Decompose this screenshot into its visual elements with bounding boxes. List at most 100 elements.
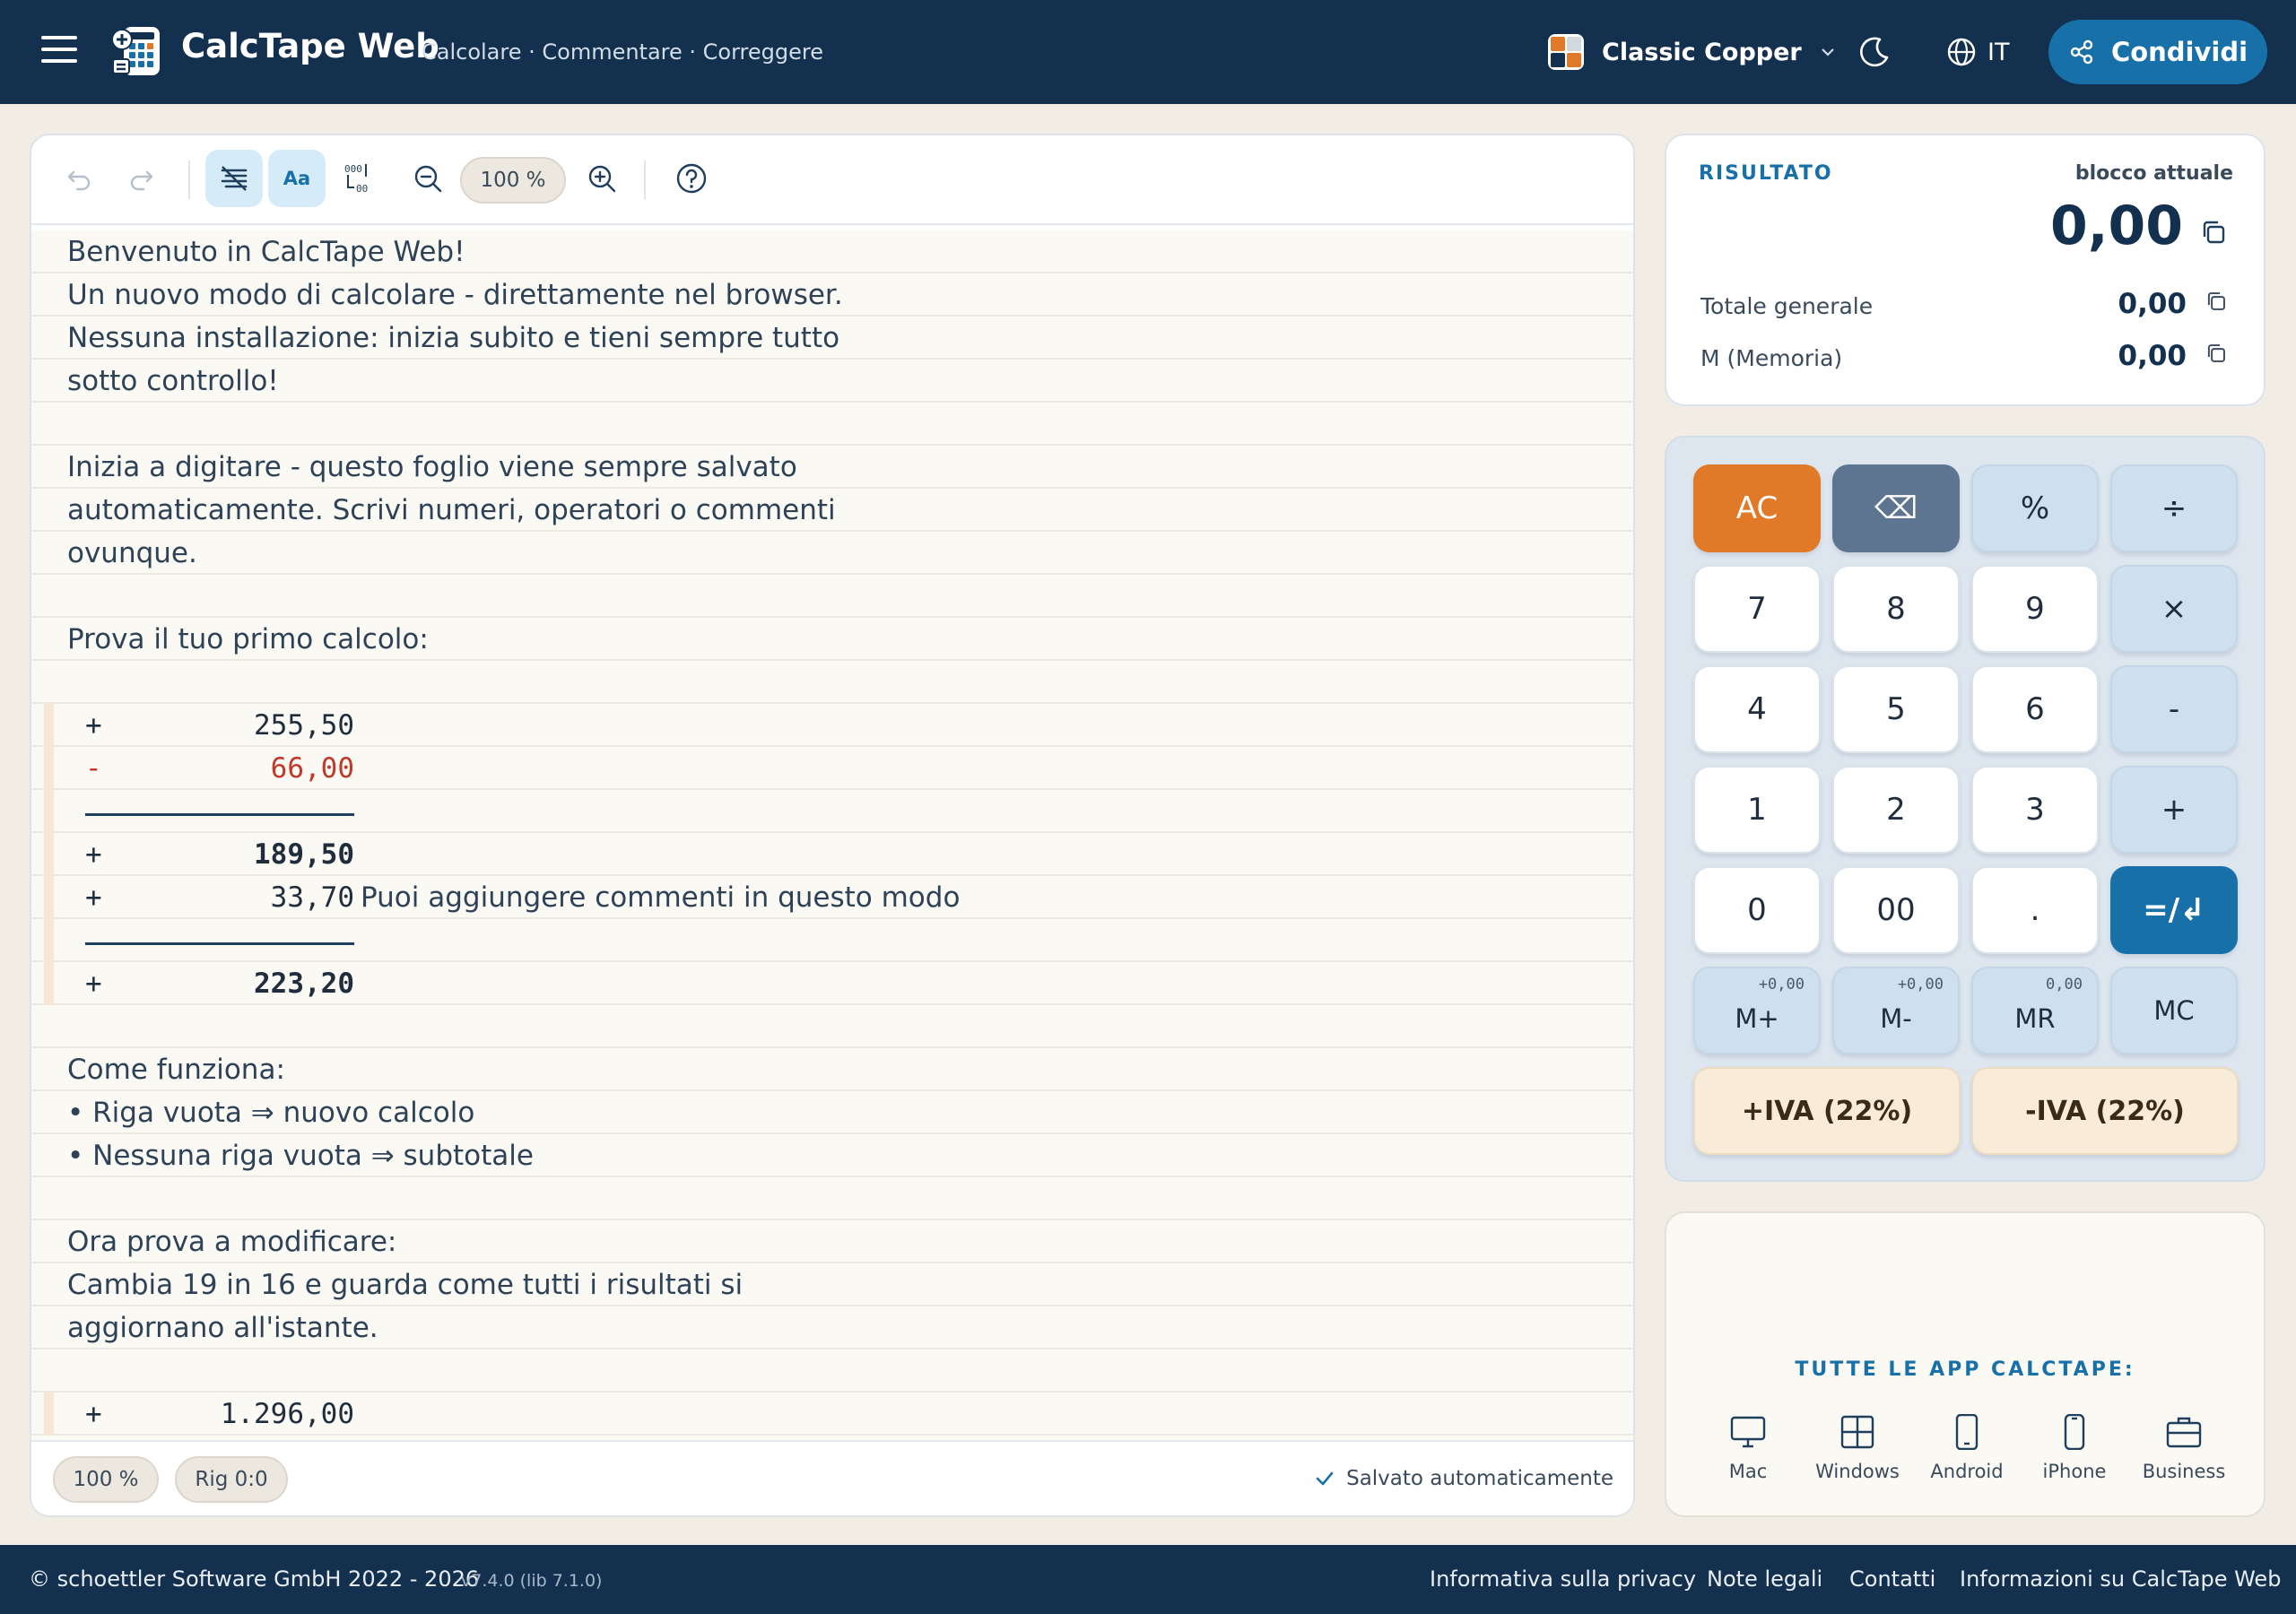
key-2[interactable]: 2: [1832, 766, 1960, 854]
iphone-icon: [2064, 1414, 2085, 1450]
memory-label: M (Memoria): [1700, 345, 1843, 371]
language-selector[interactable]: IT: [1946, 32, 2009, 72]
tape-line[interactable]: Nessuna installazione: inizia subito e t…: [31, 317, 1633, 360]
tape-line[interactable]: [31, 1177, 1633, 1220]
calc-block-marker: [44, 1393, 54, 1436]
key-plus[interactable]: +: [2110, 766, 2238, 854]
menu-icon[interactable]: [41, 36, 77, 68]
calc-block-marker: [44, 919, 54, 962]
tape-text: automaticamente. Scrivi numeri, operator…: [67, 494, 836, 526]
tape-line[interactable]: sotto controllo!: [31, 360, 1633, 403]
tape-line[interactable]: Ora prova a modificare:: [31, 1220, 1633, 1263]
tape-text: Cambia 19 in 16 e guarda come tutti i ri…: [67, 1269, 744, 1301]
app-link-mac[interactable]: Mac: [1699, 1414, 1797, 1482]
calc-block-marker: [44, 790, 54, 833]
tape-line[interactable]: +223,20: [31, 962, 1633, 1005]
tape-line[interactable]: Prova il tuo primo calcolo:: [31, 618, 1633, 661]
tape-line[interactable]: Un nuovo modo di calcolare - direttament…: [31, 273, 1633, 317]
subtotal-rule: [85, 813, 354, 816]
tape-line[interactable]: Cambia 19 in 16 e guarda come tutti i ri…: [31, 1263, 1633, 1306]
app-link-windows[interactable]: Windows: [1808, 1414, 1907, 1482]
tape-line[interactable]: [31, 1005, 1633, 1048]
key-memory-recall[interactable]: 0,00 MR: [1971, 967, 2099, 1054]
zoom-level[interactable]: 100 %: [460, 157, 566, 204]
tape-line[interactable]: Benvenuto in CalcTape Web!: [31, 230, 1633, 273]
copy-icon[interactable]: [2199, 218, 2228, 247]
number-format-icon[interactable]: 000 00: [331, 150, 388, 207]
key-00[interactable]: 00: [1832, 866, 1960, 954]
moon-icon[interactable]: [1857, 34, 1892, 70]
key-minus[interactable]: -: [2110, 665, 2238, 753]
footer-link-about[interactable]: Informazioni su CalcTape Web: [1960, 1566, 2281, 1592]
key-memory-clear[interactable]: MC: [2110, 967, 2238, 1054]
tape-line[interactable]: • Nessuna riga vuota ⇒ subtotale: [31, 1134, 1633, 1177]
memory-recall-label: MR: [2014, 1003, 2056, 1034]
tape-line[interactable]: [31, 661, 1633, 704]
undo-icon[interactable]: [51, 150, 109, 207]
app-link-iphone[interactable]: iPhone: [2025, 1414, 2124, 1482]
tape-operator: +: [85, 1398, 102, 1430]
tape-line[interactable]: [31, 1349, 1633, 1393]
vat-subtract-button[interactable]: -IVA (22%): [1971, 1067, 2239, 1155]
zoom-out-icon[interactable]: [399, 150, 457, 207]
key-memory-add[interactable]: +0,00 M+: [1693, 967, 1821, 1054]
key-6[interactable]: 6: [1971, 665, 2099, 753]
key-5[interactable]: 5: [1832, 665, 1960, 753]
font-size-icon[interactable]: Aa: [268, 150, 326, 207]
tape-line[interactable]: +33,70 Puoi aggiungere commenti in questo…: [31, 876, 1633, 919]
app-header: CalcTape Web Calcolare · Commentare · Co…: [0, 0, 2296, 104]
tape-line[interactable]: [31, 403, 1633, 446]
tape-line[interactable]: Inizia a digitare - questo foglio viene …: [31, 446, 1633, 489]
tape-line[interactable]: [31, 919, 1633, 962]
key-3[interactable]: 3: [1971, 766, 2099, 854]
tape-line[interactable]: [31, 575, 1633, 618]
memory-add-label: M+: [1735, 1003, 1779, 1034]
calc-tape[interactable]: Benvenuto in CalcTape Web! Un nuovo modo …: [31, 230, 1633, 1515]
tape-line[interactable]: aggiornano all'istante.: [31, 1306, 1633, 1349]
key-1[interactable]: 1: [1693, 766, 1821, 854]
key-4[interactable]: 4: [1693, 665, 1821, 753]
zoom-in-icon[interactable]: [573, 150, 631, 207]
tape-line[interactable]: Come funziona:: [31, 1048, 1633, 1091]
key-divide[interactable]: ÷: [2110, 464, 2238, 552]
key-multiply[interactable]: ×: [2110, 565, 2238, 653]
key-backspace[interactable]: ⌫: [1832, 464, 1960, 552]
tape-line[interactable]: +255,50: [31, 704, 1633, 747]
key-equals-enter[interactable]: =/↲: [2110, 866, 2238, 954]
key-all-clear[interactable]: AC: [1693, 464, 1821, 552]
footer-link-contact[interactable]: Contatti: [1849, 1566, 1935, 1592]
app-link-android[interactable]: Android: [1918, 1414, 2016, 1482]
theme-selector[interactable]: Classic Copper: [1548, 32, 1836, 72]
tape-line[interactable]: automaticamente. Scrivi numeri, operator…: [31, 489, 1633, 532]
tape-line[interactable]: +189,50: [31, 833, 1633, 876]
format-lines-icon[interactable]: [205, 150, 263, 207]
tape-operator: -: [85, 752, 102, 785]
copy-icon[interactable]: [2205, 290, 2228, 313]
footer: © schoettler Software GmbH 2022 - 2026 v…: [0, 1545, 2296, 1614]
tape-line[interactable]: [31, 790, 1633, 833]
share-button[interactable]: Condividi: [2048, 20, 2267, 84]
vat-add-button[interactable]: +IVA (22%): [1693, 1067, 1961, 1155]
footer-link-privacy[interactable]: Informativa sulla privacy: [1430, 1566, 1696, 1592]
key-0[interactable]: 0: [1693, 866, 1821, 954]
key-7[interactable]: 7: [1693, 565, 1821, 653]
toolbar-separator: [188, 161, 190, 200]
key-decimal[interactable]: .: [1971, 866, 2099, 954]
redo-icon[interactable]: [112, 150, 170, 207]
key-9[interactable]: 9: [1971, 565, 2099, 653]
key-percent[interactable]: %: [1971, 464, 2099, 552]
windows-icon: [1840, 1415, 1874, 1449]
help-icon[interactable]: [663, 150, 720, 207]
footer-link-legal[interactable]: Note legali: [1707, 1566, 1822, 1592]
status-bar: 100 % Rig 0:0 Salvato automaticamente: [31, 1440, 1633, 1515]
app-link-business[interactable]: Business: [2135, 1414, 2233, 1482]
tape-operator: +: [85, 968, 102, 1000]
tape-line[interactable]: • Riga vuota ⇒ nuovo calcolo: [31, 1091, 1633, 1134]
tape-line[interactable]: +1.296,00: [31, 1393, 1633, 1436]
tape-text: Benvenuto in CalcTape Web!: [67, 236, 465, 268]
key-8[interactable]: 8: [1832, 565, 1960, 653]
tape-line[interactable]: - 66,00: [31, 747, 1633, 790]
tape-line[interactable]: ovunque.: [31, 532, 1633, 575]
copy-icon[interactable]: [2205, 342, 2228, 365]
key-memory-subtract[interactable]: +0,00 M-: [1832, 967, 1960, 1054]
